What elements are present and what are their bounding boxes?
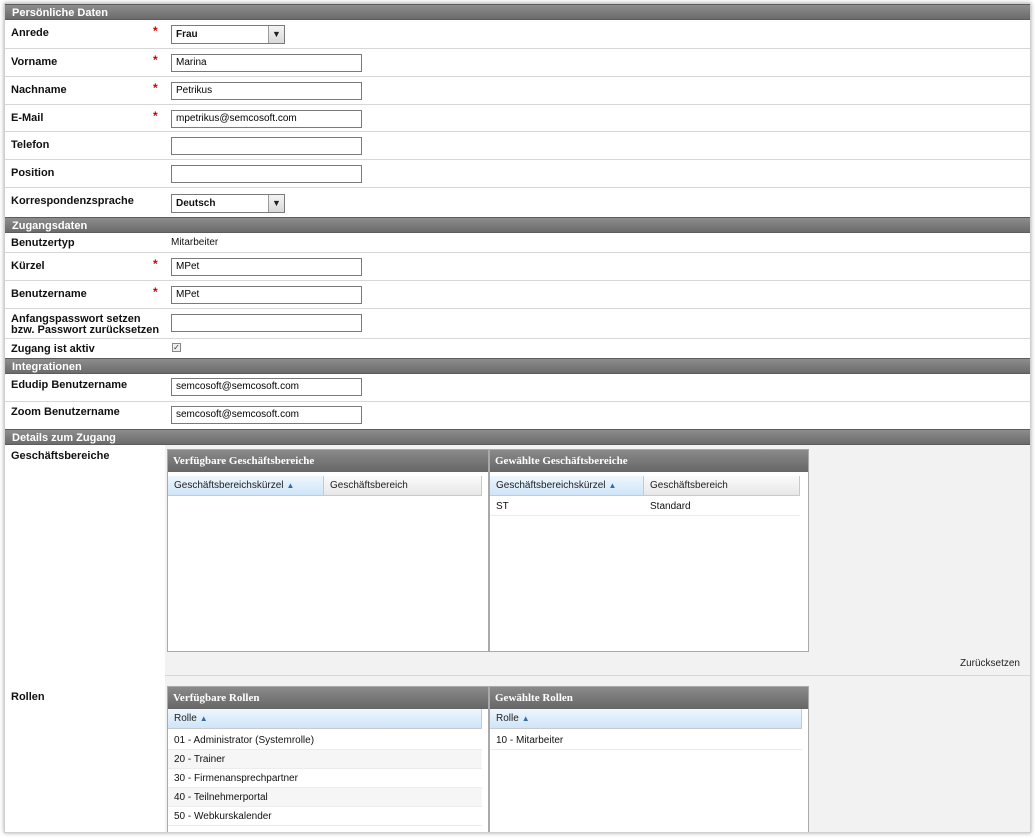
- telefon-label: Telefon: [11, 139, 50, 151]
- email-label: E-Mail: [11, 112, 44, 124]
- required-marker: *: [153, 109, 158, 123]
- column-header-code-label: Geschäftsbereichskürzel: [174, 480, 284, 491]
- checkmark-icon: ✓: [173, 343, 180, 352]
- korrespondenz-value: Deutsch: [176, 198, 216, 209]
- anrede-select[interactable]: Frau ▼: [171, 25, 285, 44]
- column-header-role-label: Rolle: [174, 713, 197, 724]
- table-row[interactable]: ST Standard: [490, 497, 800, 516]
- sort-ascending-icon: ▲: [199, 714, 208, 723]
- vorname-field[interactable]: Marina: [171, 54, 362, 72]
- sort-ascending-icon: ▲: [521, 714, 530, 723]
- column-header-code[interactable]: Geschäftsbereichskürzel ▲: [168, 476, 324, 496]
- row-edudip: Edudip Benutzername semcosoft@semcosoft.…: [5, 374, 1030, 402]
- anrede-value: Frau: [176, 29, 198, 40]
- row-vorname: Vorname * Marina: [5, 49, 1030, 77]
- selected-business-areas-title: Gewählte Geschäftsbereiche: [490, 450, 808, 472]
- cell-code: ST: [496, 501, 509, 512]
- row-nachname: Nachname * Petrikus: [5, 77, 1030, 105]
- details-area: Geschäftsbereiche Rollen Verfügbare Gesc…: [5, 445, 1030, 832]
- sort-ascending-icon: ▲: [286, 481, 295, 490]
- benutzertyp-label: Benutzertyp: [11, 237, 75, 249]
- list-item[interactable]: 50 - Webkurskalender: [168, 807, 482, 826]
- available-roles-title: Verfügbare Rollen: [168, 687, 488, 709]
- column-header-role[interactable]: Rolle ▲: [168, 709, 482, 729]
- row-email: E-Mail * mpetrikus@semcosoft.com: [5, 105, 1030, 132]
- required-marker: *: [153, 24, 158, 38]
- position-label: Position: [11, 167, 55, 179]
- selected-roles-title: Gewählte Rollen: [490, 687, 808, 709]
- reset-link[interactable]: Zurücksetzen: [960, 658, 1020, 669]
- selected-business-areas-panel: Gewählte Geschäftsbereiche Geschäftsbere…: [489, 449, 809, 652]
- anrede-label: Anrede: [11, 27, 49, 39]
- cell-name: Standard: [650, 501, 691, 512]
- selected-roles-panel: Gewählte Rollen Rolle ▲ 10 - Mitarbeiter: [489, 686, 809, 832]
- zoom-field[interactable]: semcosoft@semcosoft.com: [171, 406, 362, 424]
- sort-ascending-icon: ▲: [608, 481, 617, 490]
- list-item[interactable]: 20 - Trainer: [168, 750, 482, 769]
- column-header-role[interactable]: Rolle ▲: [490, 709, 802, 729]
- passwort-field[interactable]: [171, 314, 362, 332]
- rollen-label: Rollen: [11, 691, 45, 703]
- row-benutzername: Benutzername * MPet: [5, 281, 1030, 309]
- kuerzel-label: Kürzel: [11, 260, 45, 272]
- column-header-name[interactable]: Geschäftsbereich: [644, 476, 800, 496]
- column-header-role-label: Rolle: [496, 713, 519, 724]
- passwort-label: Anfangspasswort setzen bzw. Passwort zur…: [11, 314, 159, 336]
- zoom-label: Zoom Benutzername: [11, 406, 120, 418]
- row-anrede: Anrede * Frau ▼: [5, 20, 1030, 49]
- passwort-label-line2: bzw. Passwort zurücksetzen: [11, 324, 160, 336]
- user-form: Persönliche Daten Anrede * Frau ▼ Vornam…: [4, 3, 1031, 833]
- row-passwort: Anfangspasswort setzen bzw. Passwort zur…: [5, 309, 1030, 339]
- row-telefon: Telefon: [5, 132, 1030, 160]
- row-korrespondenz: Korrespondenzsprache Deutsch ▼: [5, 188, 1030, 217]
- selection-grids: Verfügbare Geschäftsbereiche Geschäftsbe…: [165, 445, 1030, 832]
- row-zoom: Zoom Benutzername semcosoft@semcosoft.co…: [5, 402, 1030, 429]
- available-business-areas-panel: Verfügbare Geschäftsbereiche Geschäftsbe…: [167, 449, 489, 652]
- available-business-areas-title: Verfügbare Geschäftsbereiche: [168, 450, 488, 472]
- row-kuerzel: Kürzel * MPet: [5, 253, 1030, 281]
- required-marker: *: [153, 53, 158, 67]
- row-position: Position: [5, 160, 1030, 188]
- nachname-label: Nachname: [11, 84, 67, 96]
- benutzername-field[interactable]: MPet: [171, 286, 362, 304]
- chevron-down-icon[interactable]: ▼: [268, 195, 284, 212]
- section-header-access: Zugangsdaten: [5, 217, 1030, 233]
- kuerzel-field[interactable]: MPet: [171, 258, 362, 276]
- benutzername-label: Benutzername: [11, 288, 87, 300]
- nachname-field[interactable]: Petrikus: [171, 82, 362, 100]
- row-aktiv: Zugang ist aktiv ✓: [5, 339, 1030, 358]
- edudip-label: Edudip Benutzername: [11, 379, 128, 391]
- column-header-name[interactable]: Geschäftsbereich: [324, 476, 482, 496]
- email-field[interactable]: mpetrikus@semcosoft.com: [171, 110, 362, 128]
- section-header-personal: Persönliche Daten: [5, 4, 1030, 20]
- row-benutzertyp: Benutzertyp Mitarbeiter: [5, 233, 1030, 253]
- column-header-code-label: Geschäftsbereichskürzel: [496, 480, 606, 491]
- korrespondenz-label: Korrespondenzsprache: [11, 195, 134, 207]
- edudip-field[interactable]: semcosoft@semcosoft.com: [171, 378, 362, 396]
- aktiv-checkbox[interactable]: ✓: [172, 343, 181, 352]
- section-header-integrations: Integrationen: [5, 358, 1030, 374]
- list-item[interactable]: 30 - Firmenansprechpartner: [168, 769, 482, 788]
- divider: [165, 675, 1030, 676]
- position-field[interactable]: [171, 165, 362, 183]
- required-marker: *: [153, 257, 158, 271]
- list-item[interactable]: 10 - Mitarbeiter: [490, 731, 802, 750]
- section-header-details: Details zum Zugang: [5, 429, 1030, 445]
- benutzertyp-value: Mitarbeiter: [171, 237, 219, 248]
- available-roles-panel: Verfügbare Rollen Rolle ▲ 01 - Administra…: [167, 686, 489, 832]
- column-header-code[interactable]: Geschäftsbereichskürzel ▲: [490, 476, 644, 496]
- geschaeftsbereiche-label: Geschäftsbereiche: [11, 450, 110, 462]
- list-item[interactable]: 40 - Teilnehmerportal: [168, 788, 482, 807]
- aktiv-label: Zugang ist aktiv: [11, 343, 95, 355]
- telefon-field[interactable]: [171, 137, 362, 155]
- required-marker: *: [153, 285, 158, 299]
- chevron-down-icon[interactable]: ▼: [268, 26, 284, 43]
- vorname-label: Vorname: [11, 56, 58, 68]
- required-marker: *: [153, 81, 158, 95]
- korrespondenz-select[interactable]: Deutsch ▼: [171, 194, 285, 213]
- list-item[interactable]: 01 - Administrator (Systemrolle): [168, 731, 482, 750]
